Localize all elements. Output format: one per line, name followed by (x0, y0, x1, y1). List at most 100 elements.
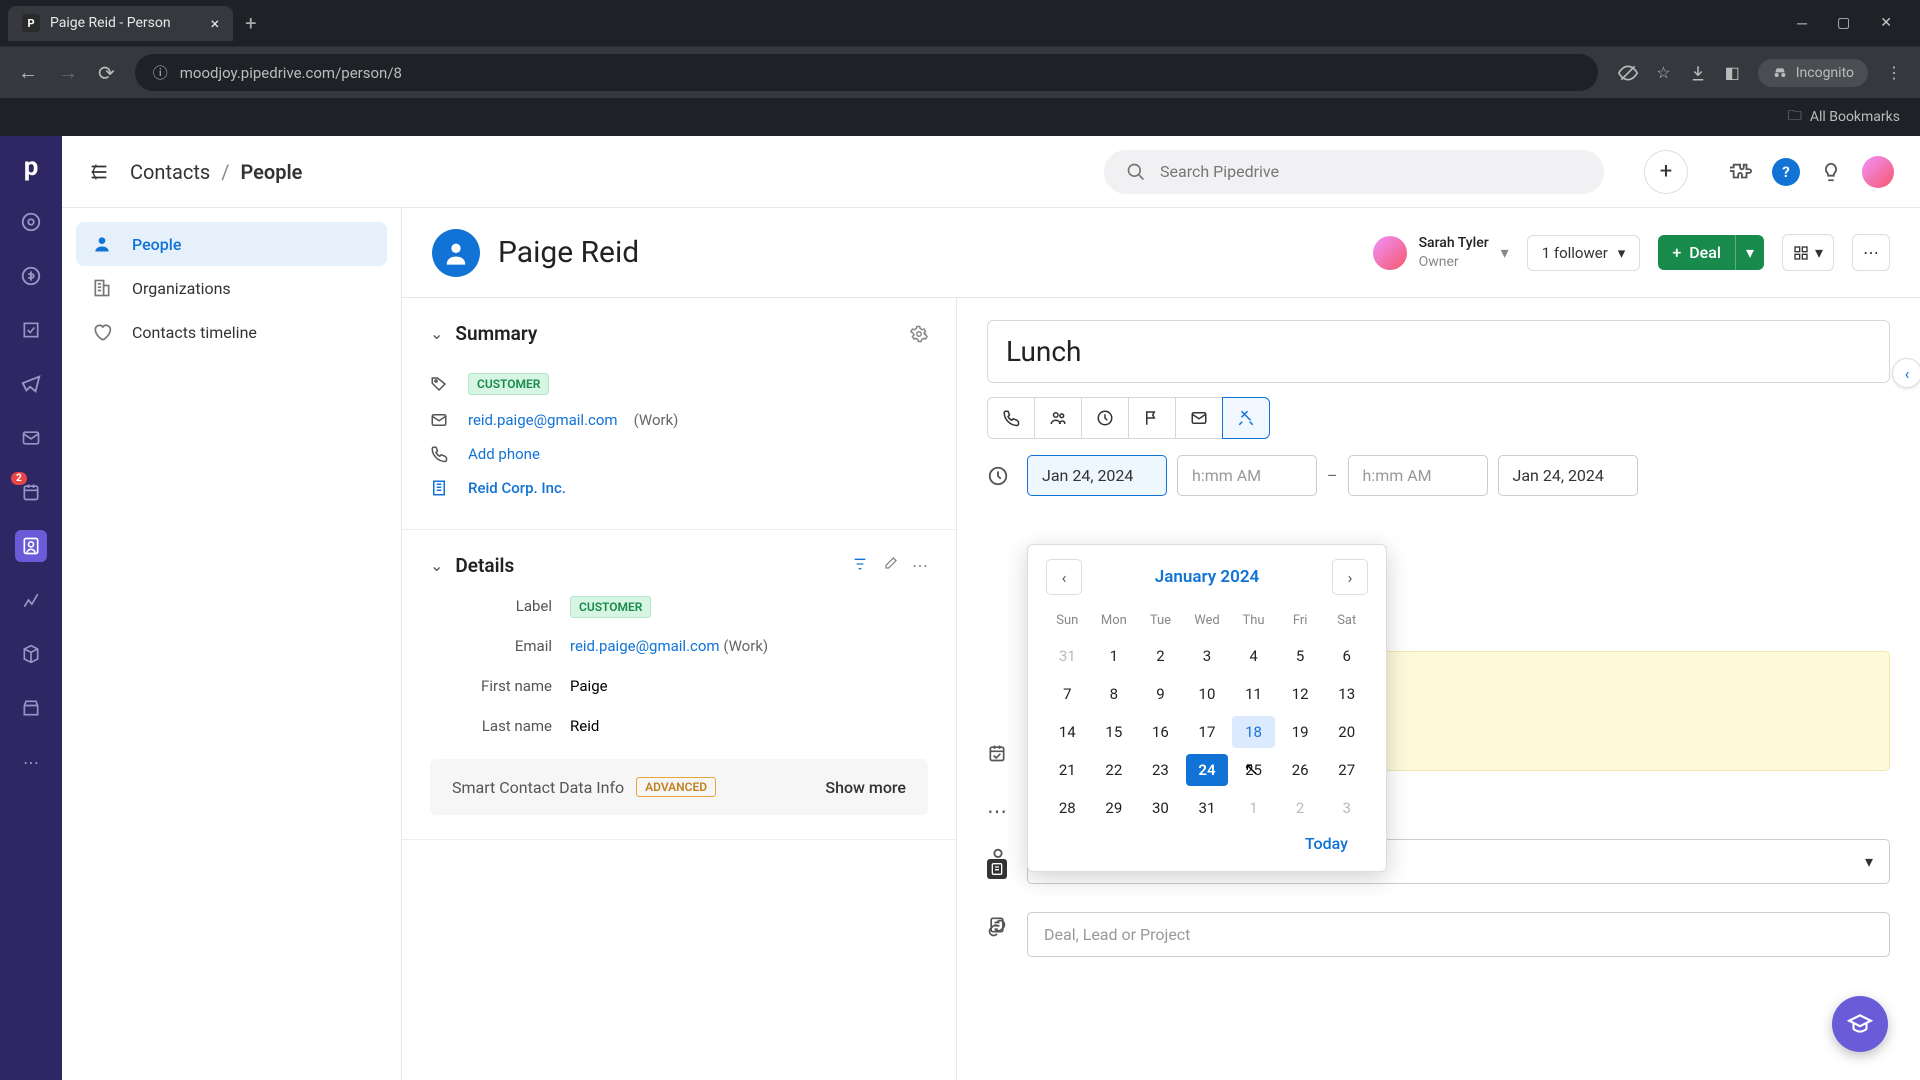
puzzle-icon[interactable] (1728, 159, 1754, 185)
rail-projects-icon[interactable] (15, 314, 47, 346)
calendar-day[interactable]: 20 (1325, 716, 1368, 748)
calendar-day[interactable]: 31 (1046, 640, 1089, 672)
calendar-day[interactable]: 2 (1279, 792, 1322, 824)
calendar-day[interactable]: 26 (1279, 754, 1322, 786)
calendar-day[interactable]: 2 (1139, 640, 1182, 672)
rail-mail-icon[interactable] (15, 422, 47, 454)
calendar-day[interactable]: 9 (1139, 678, 1182, 710)
owner-avatar[interactable] (1373, 236, 1407, 270)
rail-campaigns-icon[interactable] (15, 368, 47, 400)
type-email-button[interactable] (1175, 397, 1223, 439)
lightbulb-icon[interactable] (1818, 159, 1844, 185)
calendar-day[interactable]: 16 (1139, 716, 1182, 748)
download-icon[interactable] (1689, 64, 1707, 82)
user-avatar[interactable] (1862, 156, 1894, 188)
calendar-day[interactable]: 1 (1232, 792, 1275, 824)
calendar-day[interactable]: 21 (1046, 754, 1089, 786)
calendar-day[interactable]: 25 (1232, 754, 1275, 786)
end-date-input[interactable]: Jan 24, 2024 (1498, 455, 1638, 496)
type-task-button[interactable] (1081, 397, 1129, 439)
calendar-day[interactable]: 31 (1186, 792, 1229, 824)
sidebar-item-people[interactable]: People (76, 222, 387, 266)
bookmark-star-icon[interactable]: ☆ (1656, 63, 1670, 82)
calendar-day[interactable]: 17 (1186, 716, 1229, 748)
calendar-day[interactable]: 18 (1232, 716, 1275, 748)
breadcrumb-root[interactable]: Contacts (130, 160, 210, 184)
calendar-day[interactable]: 29 (1093, 792, 1136, 824)
browser-tab[interactable]: P Paige Reid - Person × (8, 6, 233, 41)
all-bookmarks-link[interactable]: All Bookmarks (1810, 109, 1900, 125)
activity-title-input[interactable]: Lunch (987, 320, 1890, 383)
url-input[interactable]: ⓘ moodjoy.pipedrive.com/person/8 (135, 54, 1598, 91)
quick-add-button[interactable]: + (1644, 150, 1688, 194)
calendar-day[interactable]: 5 (1279, 640, 1322, 672)
chevron-down-icon[interactable]: ⌄ (430, 556, 443, 575)
calendar-day[interactable]: 12 (1279, 678, 1322, 710)
collapse-panel-button[interactable]: ‹ (1892, 358, 1920, 388)
eye-icon[interactable] (1618, 63, 1638, 83)
type-meeting-button[interactable] (1034, 397, 1082, 439)
calendar-next-button[interactable]: › (1332, 559, 1368, 595)
academy-fab[interactable] (1832, 996, 1888, 1052)
search-input[interactable]: Search Pipedrive (1104, 150, 1604, 194)
calendar-day[interactable]: 8 (1093, 678, 1136, 710)
calendar-day[interactable]: 7 (1046, 678, 1089, 710)
calendar-day[interactable]: 4 (1232, 640, 1275, 672)
minimize-icon[interactable]: ─ (1797, 15, 1807, 32)
new-tab-button[interactable]: + (245, 11, 256, 35)
email-link[interactable]: reid.paige@gmail.com (570, 637, 720, 655)
reload-button[interactable]: ⟳ (98, 61, 115, 85)
follower-button[interactable]: 1 follower ▾ (1527, 235, 1641, 271)
menu-icon[interactable]: ⋮ (1886, 63, 1902, 82)
rail-more-icon[interactable]: ⋯ (15, 746, 47, 778)
add-deal-button[interactable]: + Deal (1658, 235, 1735, 270)
email-link[interactable]: reid.paige@gmail.com (468, 411, 618, 429)
calendar-day[interactable]: 14 (1046, 716, 1089, 748)
rail-leads-icon[interactable] (15, 206, 47, 238)
calendar-day[interactable]: 30 (1139, 792, 1182, 824)
calendar-day[interactable]: 27 (1325, 754, 1368, 786)
deal-lead-input[interactable]: Deal, Lead or Project (1027, 912, 1890, 957)
start-time-input[interactable]: h:mm AM (1177, 455, 1317, 496)
deal-dropdown-button[interactable]: ▾ (1735, 235, 1764, 270)
sidebar-item-organizations[interactable]: Organizations (76, 266, 387, 310)
rail-products-icon[interactable] (15, 638, 47, 670)
sidebar-toggle-icon[interactable] (88, 161, 110, 183)
rail-insights-icon[interactable] (15, 584, 47, 616)
more-icon[interactable]: ⋯ (987, 799, 1007, 823)
type-call-button[interactable] (987, 397, 1035, 439)
forward-button[interactable]: → (58, 60, 78, 85)
calendar-prev-button[interactable]: ‹ (1046, 559, 1082, 595)
calendar-day[interactable]: 13 (1325, 678, 1368, 710)
incognito-badge[interactable]: Incognito (1758, 59, 1868, 87)
owner-dropdown-icon[interactable]: ▾ (1501, 243, 1509, 262)
calendar-day[interactable]: 19 (1279, 716, 1322, 748)
calendar-day[interactable]: 11 (1232, 678, 1275, 710)
back-button[interactable]: ← (18, 60, 38, 85)
rail-contacts-icon[interactable] (15, 530, 47, 562)
maximize-icon[interactable]: ▢ (1837, 15, 1850, 32)
calendar-day[interactable]: 28 (1046, 792, 1089, 824)
start-date-input[interactable]: Jan 24, 2024 (1027, 455, 1167, 496)
filter-icon[interactable] (852, 556, 868, 575)
site-info-icon[interactable]: ⓘ (153, 62, 168, 83)
calendar-month-label[interactable]: January 2024 (1155, 567, 1260, 587)
calendar-day[interactable]: 3 (1186, 640, 1229, 672)
org-link[interactable]: Reid Corp. Inc. (468, 479, 566, 497)
calendar-day[interactable]: 6 (1325, 640, 1368, 672)
edit-icon[interactable] (882, 556, 898, 575)
tab-close-icon[interactable]: × (211, 14, 220, 33)
sidebar-item-timeline[interactable]: Contacts timeline (76, 310, 387, 354)
close-window-icon[interactable]: ✕ (1880, 15, 1892, 32)
more-icon[interactable]: ⋯ (912, 556, 928, 575)
calendar-day[interactable]: 23 (1139, 754, 1182, 786)
calendar-day[interactable]: 3 (1325, 792, 1368, 824)
app-logo[interactable]: p (14, 150, 48, 184)
rail-marketplace-icon[interactable] (15, 692, 47, 724)
calendar-day[interactable]: 24 (1186, 754, 1229, 786)
calendar-day[interactable]: 22 (1093, 754, 1136, 786)
calendar-day[interactable]: 15 (1093, 716, 1136, 748)
more-actions-button[interactable]: ⋯ (1852, 234, 1890, 271)
layout-button[interactable]: ▾ (1782, 234, 1834, 271)
show-more-link[interactable]: Show more (825, 778, 906, 797)
